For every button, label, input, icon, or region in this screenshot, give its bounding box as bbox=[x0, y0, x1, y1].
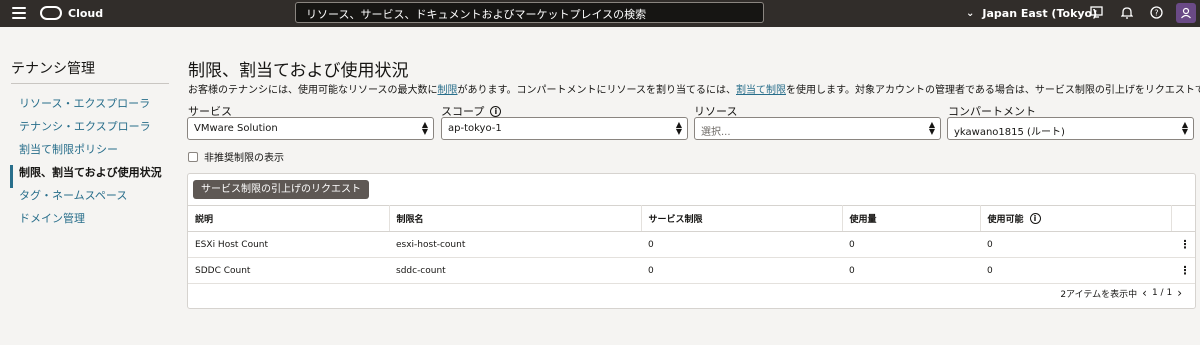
hamburger-menu-icon[interactable] bbox=[12, 7, 26, 19]
table-row: SDDC Count sddc-count 0 0 0 ⋮ bbox=[188, 257, 1195, 284]
header-text: サービス制限 bbox=[648, 215, 703, 225]
select-arrows-icon: ▲ ▼ bbox=[675, 120, 682, 136]
header-text: 制限名 bbox=[396, 215, 424, 225]
oracle-logo-icon bbox=[40, 6, 62, 20]
select-arrows-icon: ▲ ▼ bbox=[1181, 120, 1188, 136]
service-select[interactable]: VMware Solution ▲ ▼ bbox=[187, 117, 434, 140]
table-row: ESXi Host Count esxi-host-count 0 0 0 ⋮ bbox=[188, 231, 1195, 258]
column-header-limit-name: 制限名 bbox=[389, 205, 642, 232]
info-icon[interactable]: i bbox=[1029, 213, 1041, 224]
cell-description: ESXi Host Count bbox=[188, 231, 389, 258]
cell-usage: 0 bbox=[842, 257, 980, 284]
scope-select[interactable]: ap-tokyo-1 ▲ ▼ bbox=[441, 117, 688, 140]
sidebar-item-limits-quotas-usage[interactable]: 制限、割当ておよび使用状況 bbox=[10, 165, 170, 188]
sidebar-title: テナンシ管理 bbox=[11, 61, 95, 77]
scope-select-value: ap-tokyo-1 bbox=[448, 123, 502, 134]
row-actions-cell: ⋮ bbox=[1171, 257, 1195, 284]
svg-text:?: ? bbox=[1154, 9, 1158, 18]
region-selector[interactable]: ⌄ Japan East (Tokyo) bbox=[966, 7, 1097, 20]
kebab-menu-icon[interactable]: ⋮ bbox=[1178, 264, 1192, 277]
page-description: お客様のテナンシには、使用可能なリソースの最大数に制限があります。コンパートメン… bbox=[188, 81, 1200, 96]
pagination: 2アイテムを表示中 ‹ 1 / 1 › bbox=[1060, 286, 1187, 300]
help-icon[interactable]: ? bbox=[1149, 6, 1163, 20]
header-text: 説明 bbox=[195, 215, 214, 225]
row-actions-cell: ⋮ bbox=[1171, 231, 1195, 258]
desc-text-1: お客様のテナンシには、使用可能なリソースの最大数に bbox=[188, 85, 438, 96]
cell-service-limit: 0 bbox=[641, 231, 842, 258]
cell-limit-name: sddc-count bbox=[389, 257, 641, 284]
cell-service-limit: 0 bbox=[641, 257, 842, 284]
next-page-icon[interactable]: › bbox=[1177, 286, 1182, 300]
limits-card: サービス制限の引上げのリクエスト 説明 制限名 サービス制限 使用量 使用可能 i… bbox=[187, 173, 1196, 309]
cell-description: SDDC Count bbox=[188, 257, 389, 284]
resource-select-placeholder: 選択... bbox=[701, 127, 731, 138]
desc-text-3: を使用します。対象アカウントの管理者である場合は、サービス制限の引上げをリクエス… bbox=[786, 85, 1200, 96]
column-header-service-limit: サービス制限 bbox=[641, 205, 843, 232]
brand-label: Cloud bbox=[68, 6, 104, 20]
show-deprecated-label[interactable]: 非推奨制限の表示 bbox=[204, 149, 284, 164]
service-select-value: VMware Solution bbox=[194, 123, 278, 134]
global-search-input[interactable]: リソース、サービス、ドキュメントおよびマーケットプレイスの検索 bbox=[295, 2, 764, 23]
compartment-select-value: ykawano1815 (ルート) bbox=[954, 127, 1065, 138]
sidebar-item-tenancy-explorer[interactable]: テナンシ・エクスプローラ bbox=[10, 119, 170, 142]
region-label: Japan East (Tokyo) bbox=[982, 7, 1098, 20]
limits-table: 説明 制限名 サービス制限 使用量 使用可能 i ESXi Host Count … bbox=[188, 205, 1195, 284]
page-title: 制限、割当ておよび使用状況 bbox=[188, 61, 409, 81]
column-header-description: 説明 bbox=[188, 205, 390, 232]
cloud-shell-icon[interactable] bbox=[1089, 6, 1103, 20]
request-limit-increase-button[interactable]: サービス制限の引上げのリクエスト bbox=[193, 180, 369, 199]
header-text: 使用量 bbox=[849, 215, 877, 225]
quota-policies-link[interactable]: 割当て制限 bbox=[736, 85, 786, 96]
info-icon[interactable]: i bbox=[490, 105, 502, 117]
header-text: 使用可能 bbox=[987, 215, 1024, 225]
column-header-available: 使用可能 i bbox=[980, 205, 1172, 232]
cell-limit-name: esxi-host-count bbox=[389, 231, 641, 258]
oracle-cloud-logo[interactable]: Cloud bbox=[40, 6, 103, 20]
column-header-usage: 使用量 bbox=[842, 205, 981, 232]
bell-icon[interactable] bbox=[1120, 6, 1134, 20]
show-deprecated-row: 非推奨制限の表示 bbox=[188, 149, 284, 164]
user-avatar[interactable] bbox=[1176, 3, 1196, 23]
page-indicator: 1 / 1 bbox=[1151, 288, 1173, 298]
sidebar-item-resource-explorer[interactable]: リソース・エクスプローラ bbox=[10, 96, 170, 119]
cell-usage: 0 bbox=[842, 231, 980, 258]
chevron-down-icon: ⌄ bbox=[966, 8, 975, 19]
resource-select[interactable]: 選択... ▲ ▼ bbox=[694, 117, 941, 140]
kebab-menu-icon[interactable]: ⋮ bbox=[1178, 238, 1192, 251]
limits-link[interactable]: 制限 bbox=[438, 85, 458, 96]
show-deprecated-checkbox[interactable] bbox=[188, 151, 198, 162]
item-count-text: 2アイテムを表示中 bbox=[1060, 289, 1138, 300]
cell-available: 0 bbox=[980, 257, 1171, 284]
top-bar: Cloud リソース、サービス、ドキュメントおよびマーケットプレイスの検索 ⌄ … bbox=[0, 0, 1200, 27]
sidebar-item-quota-policies[interactable]: 割当て制限ポリシー bbox=[10, 142, 170, 165]
column-header-actions bbox=[1171, 205, 1195, 232]
sidebar-item-domain-management[interactable]: ドメイン管理 bbox=[10, 211, 170, 234]
select-arrows-icon: ▲ ▼ bbox=[421, 120, 428, 136]
previous-page-icon[interactable]: ‹ bbox=[1142, 286, 1147, 300]
desc-text-2: があります。コンパートメントにリソースを割り当てるには、 bbox=[457, 85, 737, 96]
sidebar-divider bbox=[11, 83, 169, 84]
cell-available: 0 bbox=[980, 231, 1171, 258]
select-arrows-icon: ▲ ▼ bbox=[928, 120, 935, 136]
sidebar-nav: リソース・エクスプローラ テナンシ・エクスプローラ 割当て制限ポリシー 制限、割… bbox=[10, 96, 170, 234]
compartment-select[interactable]: ykawano1815 (ルート) ▲ ▼ bbox=[947, 117, 1194, 140]
sidebar-item-tag-namespaces[interactable]: タグ・ネームスペース bbox=[10, 188, 170, 211]
